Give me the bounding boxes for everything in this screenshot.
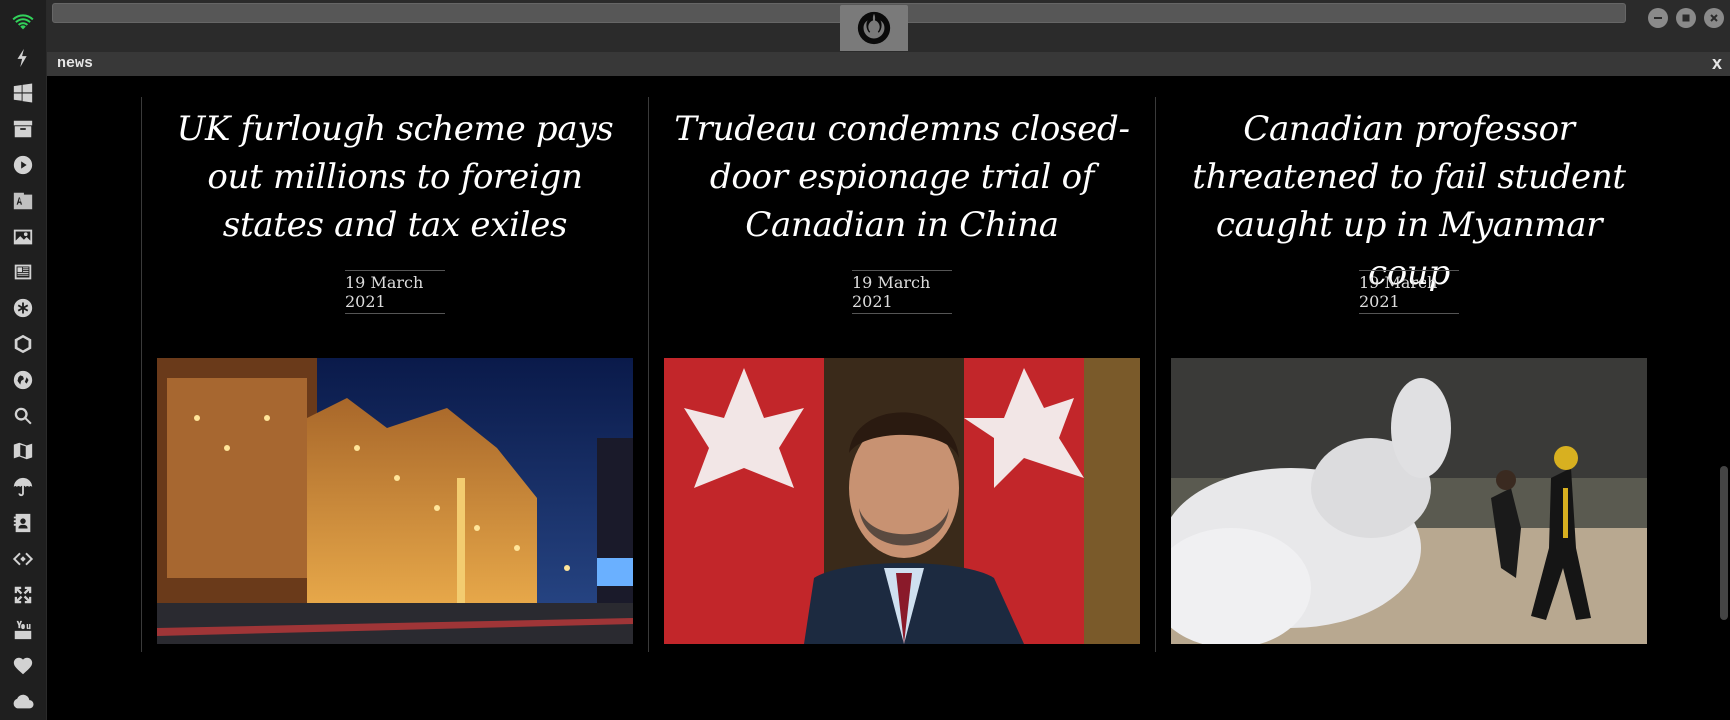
article-date: 19 March 2021 <box>345 270 445 314</box>
rebel-emblem-tab[interactable] <box>840 5 908 51</box>
address-bar[interactable] <box>52 3 1626 23</box>
article-headline[interactable]: Canadian professor threatened to fail st… <box>1176 105 1642 297</box>
hexagon-icon[interactable] <box>8 326 38 362</box>
map-icon[interactable] <box>8 434 38 470</box>
scrollbar-thumb[interactable] <box>1720 466 1728 620</box>
article-headline[interactable]: Trudeau condemns closed-door espionage t… <box>669 105 1135 249</box>
lightning-icon[interactable] <box>8 40 38 76</box>
article-headline[interactable]: UK furlough scheme pays out millions to … <box>162 105 628 249</box>
windows-icon[interactable] <box>8 76 38 112</box>
article-card[interactable]: Canadian professor threatened to fail st… <box>1155 97 1662 652</box>
cloud-icon[interactable] <box>8 684 38 720</box>
window-controls <box>1648 8 1724 28</box>
globe-icon[interactable] <box>8 362 38 398</box>
top-bar <box>47 0 1730 52</box>
wifi-icon[interactable] <box>8 4 38 40</box>
newspaper-icon[interactable] <box>8 255 38 291</box>
translate-icon[interactable] <box>8 183 38 219</box>
umbrella-icon[interactable] <box>8 469 38 505</box>
maximize-button[interactable] <box>1676 8 1696 28</box>
harrods-night-photo[interactable] <box>157 358 633 644</box>
youtube-icon[interactable] <box>8 613 38 649</box>
expand-icon[interactable] <box>8 577 38 613</box>
search-icon[interactable] <box>8 398 38 434</box>
archive-icon[interactable] <box>8 111 38 147</box>
snowflake-icon[interactable] <box>8 290 38 326</box>
article-date: 19 March 2021 <box>852 270 952 314</box>
dock-sidebar <box>0 0 47 720</box>
image-icon[interactable] <box>8 219 38 255</box>
heart-icon[interactable] <box>8 648 38 684</box>
contacts-icon[interactable] <box>8 505 38 541</box>
play-icon[interactable] <box>8 147 38 183</box>
panel-close-button[interactable]: x <box>1712 53 1722 74</box>
close-window-button[interactable] <box>1704 8 1724 28</box>
minimize-button[interactable] <box>1648 8 1668 28</box>
panel-header: news x <box>47 52 1730 76</box>
myanmar-protest-photo[interactable] <box>1171 358 1647 644</box>
article-card[interactable]: Trudeau condemns closed-door espionage t… <box>648 97 1155 652</box>
news-feed: UK furlough scheme pays out millions to … <box>47 76 1730 720</box>
article-date: 19 March 2021 <box>1359 270 1459 314</box>
article-card[interactable]: UK furlough scheme pays out millions to … <box>141 97 648 652</box>
trudeau-photo[interactable] <box>664 358 1140 644</box>
panel-title: news <box>57 55 94 72</box>
rebel-alliance-icon <box>857 11 891 45</box>
code-icon[interactable] <box>8 541 38 577</box>
